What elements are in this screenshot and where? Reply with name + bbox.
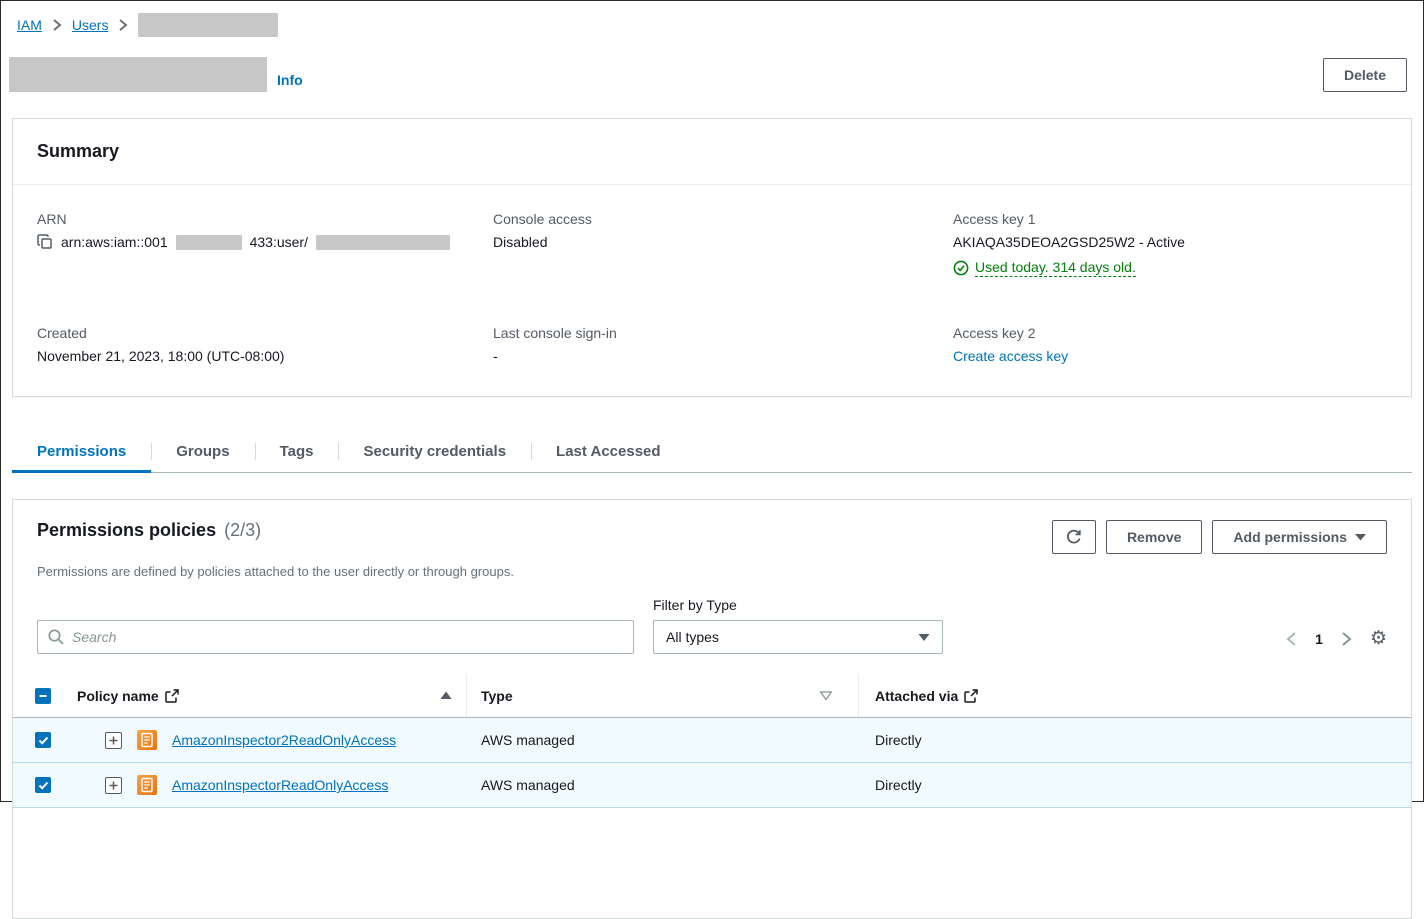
summary-field-access-key-1: Access key 1 AKIAQA35DEOA2GSD25W2 - Acti… <box>953 211 1387 277</box>
refresh-button[interactable] <box>1052 520 1096 554</box>
last-signin-value: - <box>493 348 953 364</box>
summary-field-arn: ARN arn:aws:iam::001 433:user/ <box>37 211 493 277</box>
permissions-header: Permissions policies (2/3) Remove Add pe… <box>13 500 1411 558</box>
access-key1-label: Access key 1 <box>953 211 1387 227</box>
tab-bar: Permissions Groups Tags Security credent… <box>12 431 1412 473</box>
created-label: Created <box>37 325 493 341</box>
refresh-icon <box>1066 529 1082 545</box>
caret-down-icon <box>1355 533 1366 541</box>
policy-type-cell: AWS managed <box>467 777 859 793</box>
pagination: 1 ⚙ <box>1286 629 1387 654</box>
arn-value-mid: 433:user/ <box>250 234 308 250</box>
external-link-icon <box>964 689 978 703</box>
search-box <box>37 620 634 654</box>
table-row[interactable]: AmazonInspectorReadOnlyAccess AWS manage… <box>13 763 1411 808</box>
created-value: November 21, 2023, 18:00 (UTC-08:00) <box>37 348 493 364</box>
external-link-icon <box>165 689 179 703</box>
console-access-label: Console access <box>493 211 953 227</box>
type-filter-select[interactable]: All types <box>653 620 943 654</box>
arn-redacted-2 <box>316 235 450 250</box>
row-checkbox[interactable] <box>35 732 51 748</box>
search-icon <box>47 628 65 646</box>
add-permissions-button[interactable]: Add permissions <box>1212 520 1387 554</box>
policies-table: Policy name Type <box>13 674 1411 808</box>
tab-last-accessed[interactable]: Last Accessed <box>531 431 686 472</box>
console-access-value: Disabled <box>493 234 953 250</box>
search-input[interactable] <box>37 620 634 654</box>
summary-field-console-access: Console access Disabled <box>493 211 953 277</box>
breadcrumb-redacted-username <box>138 13 278 37</box>
policy-name-header[interactable]: Policy name <box>77 688 159 704</box>
summary-field-created: Created November 21, 2023, 18:00 (UTC-08… <box>37 325 493 364</box>
arn-redacted-1 <box>176 235 242 250</box>
summary-card: Summary ARN arn:aws:iam::001 433:user/ Co… <box>12 118 1412 397</box>
policy-name-link[interactable]: AmazonInspector2ReadOnlyAccess <box>172 732 396 748</box>
type-filter-group: Filter by Type All types <box>653 597 943 654</box>
attached-via-header[interactable]: Attached via <box>875 688 958 704</box>
permissions-policies-card: Permissions policies (2/3) Remove Add pe… <box>12 499 1412 919</box>
create-access-key-link[interactable]: Create access key <box>953 348 1068 364</box>
current-page-number[interactable]: 1 <box>1315 631 1323 647</box>
select-all-checkbox[interactable] <box>35 688 51 704</box>
add-permissions-label: Add permissions <box>1233 529 1347 545</box>
permissions-description: Permissions are defined by policies atta… <box>13 558 1411 579</box>
summary-field-access-key-2: Access key 2 Create access key <box>953 325 1387 364</box>
delete-button[interactable]: Delete <box>1323 58 1407 92</box>
type-filter-value: All types <box>666 629 918 645</box>
sort-ascending-icon[interactable] <box>440 691 452 700</box>
page-title-redacted <box>9 57 267 92</box>
chevron-right-icon <box>1341 631 1352 647</box>
managed-policy-icon <box>137 775 157 795</box>
next-page-button[interactable] <box>1341 631 1352 647</box>
access-key1-status-text[interactable]: Used today. 314 days old. <box>975 259 1136 277</box>
filter-row: Filter by Type All types 1 ⚙ <box>13 579 1411 674</box>
page-header: Info Delete <box>9 57 1407 92</box>
breadcrumb: IAM Users <box>1 1 1423 41</box>
last-signin-label: Last console sign-in <box>493 325 953 341</box>
chevron-right-icon <box>52 19 62 31</box>
attached-via-cell: Directly <box>859 777 1411 793</box>
breadcrumb-link-iam[interactable]: IAM <box>17 17 42 33</box>
arn-value-prefix: arn:aws:iam::001 <box>61 234 168 250</box>
sortable-caret-icon[interactable] <box>820 691 832 700</box>
expand-row-button[interactable] <box>105 732 122 749</box>
row-checkbox[interactable] <box>35 777 51 793</box>
access-key1-value: AKIAQA35DEOA2GSD25W2 - Active <box>953 234 1387 250</box>
policy-type-cell: AWS managed <box>467 732 859 748</box>
breadcrumb-link-users[interactable]: Users <box>72 17 109 33</box>
preferences-gear-icon[interactable]: ⚙ <box>1370 629 1387 648</box>
policy-name-link[interactable]: AmazonInspectorReadOnlyAccess <box>172 777 388 793</box>
expand-row-button[interactable] <box>105 777 122 794</box>
tab-tags[interactable]: Tags <box>255 431 339 472</box>
tab-groups[interactable]: Groups <box>151 431 254 472</box>
tab-security-credentials[interactable]: Security credentials <box>338 431 531 472</box>
managed-policy-icon <box>137 730 157 750</box>
permissions-count: (2/3) <box>224 520 261 541</box>
tab-permissions[interactable]: Permissions <box>12 431 151 472</box>
permissions-title: Permissions policies <box>37 520 216 541</box>
caret-down-icon <box>918 633 930 642</box>
chevron-left-icon <box>1286 631 1297 647</box>
arn-label: ARN <box>37 211 493 227</box>
check-circle-icon <box>953 260 969 276</box>
attached-via-cell: Directly <box>859 732 1411 748</box>
remove-button[interactable]: Remove <box>1106 520 1202 554</box>
table-row[interactable]: AmazonInspector2ReadOnlyAccess AWS manag… <box>13 718 1411 763</box>
access-key2-label: Access key 2 <box>953 325 1387 341</box>
info-link[interactable]: Info <box>277 72 303 92</box>
summary-grid: ARN arn:aws:iam::001 433:user/ Console ac… <box>13 185 1411 396</box>
access-key1-status: Used today. 314 days old. <box>953 259 1387 277</box>
summary-field-last-signin: Last console sign-in - <box>493 325 953 364</box>
copy-icon[interactable] <box>37 234 53 250</box>
type-filter-label: Filter by Type <box>653 597 943 613</box>
previous-page-button[interactable] <box>1286 631 1297 647</box>
summary-title-bar: Summary <box>13 119 1411 185</box>
summary-title: Summary <box>37 141 119 161</box>
table-header-row: Policy name Type <box>13 674 1411 718</box>
chevron-right-icon <box>118 19 128 31</box>
type-header[interactable]: Type <box>481 688 513 704</box>
